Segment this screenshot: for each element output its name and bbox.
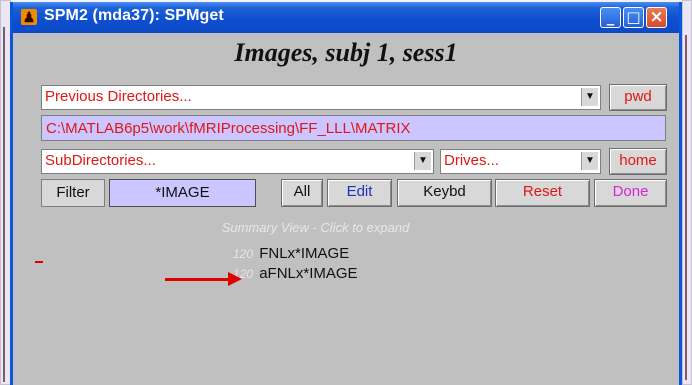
- drives-label: Drives...: [444, 152, 500, 169]
- red-marker: [35, 261, 43, 263]
- all-button[interactable]: All: [281, 179, 323, 207]
- maximize-icon: □: [626, 8, 641, 26]
- chevron-down-icon: ▼: [414, 152, 431, 170]
- annotation-arrow-shaft: [165, 278, 231, 281]
- subdirectories-dropdown[interactable]: SubDirectories... ▼: [41, 149, 434, 174]
- image-pattern: aFNLx*IMAGE: [259, 265, 358, 282]
- background-divider-right: [685, 35, 687, 380]
- background-divider-left: [3, 27, 5, 382]
- desktop-background: ♟ SPM2 (mda37): SPMget _ □ × Images, sub…: [0, 0, 692, 385]
- matlab-icon: ♟: [21, 9, 37, 25]
- summary-list-item-afnlx[interactable]: 120 aFNLx*IMAGE: [233, 265, 358, 282]
- close-button[interactable]: ×: [646, 7, 667, 28]
- filter-input[interactable]: *IMAGE: [109, 179, 256, 207]
- chevron-down-icon: ▼: [581, 88, 598, 106]
- summary-view-header[interactable]: Summary View - Click to expand: [208, 220, 423, 235]
- image-pattern: FNLx*IMAGE: [259, 245, 350, 262]
- close-icon: ×: [649, 7, 664, 27]
- previous-directories-dropdown[interactable]: Previous Directories... ▼: [41, 85, 601, 110]
- previous-directories-label: Previous Directories...: [45, 88, 192, 105]
- pwd-button[interactable]: pwd: [609, 84, 667, 111]
- window-title: SPM2 (mda37): SPMget: [44, 7, 224, 24]
- current-path-field[interactable]: C:\MATLAB6p5\work\fMRIProcessing\FF_LLL\…: [41, 115, 666, 141]
- minimize-icon: _: [606, 8, 615, 26]
- dialog-content: Images, subj 1, sess1 Previous Directori…: [13, 33, 679, 385]
- keybd-button[interactable]: Keybd: [397, 179, 492, 207]
- edit-button[interactable]: Edit: [327, 179, 392, 207]
- done-button[interactable]: Done: [594, 179, 667, 207]
- reset-button[interactable]: Reset: [495, 179, 590, 207]
- spmget-window: ♟ SPM2 (mda37): SPMget _ □ × Images, sub…: [10, 2, 682, 385]
- dialog-title: Images, subj 1, sess1: [234, 38, 458, 67]
- filter-label: Filter: [41, 179, 105, 207]
- maximize-button[interactable]: □: [623, 7, 644, 28]
- drives-dropdown[interactable]: Drives... ▼: [440, 149, 601, 174]
- home-button[interactable]: home: [609, 148, 667, 175]
- background-panel-right: [682, 0, 692, 385]
- minimize-button[interactable]: _: [600, 7, 621, 28]
- annotation-arrow-icon: [228, 272, 242, 286]
- subdirectories-label: SubDirectories...: [45, 152, 156, 169]
- summary-list-item-fnlx[interactable]: 120 FNLx*IMAGE: [233, 245, 349, 262]
- chevron-down-icon: ▼: [581, 152, 598, 170]
- image-count: 120: [233, 247, 254, 261]
- title-bar[interactable]: ♟ SPM2 (mda37): SPMget _ □ ×: [13, 2, 679, 33]
